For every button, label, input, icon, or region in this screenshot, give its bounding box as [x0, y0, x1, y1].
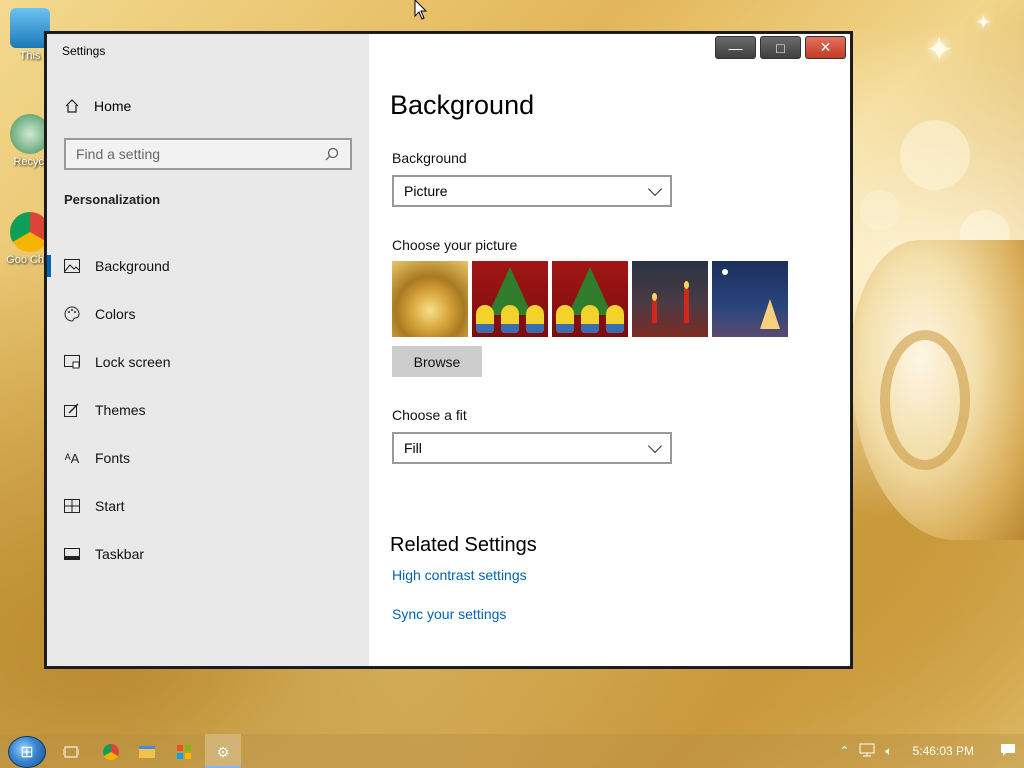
sidebar-item-label: Taskbar [95, 546, 145, 562]
sidebar-item-label: Start [95, 498, 125, 514]
brush-icon [64, 402, 80, 418]
sidebar-item-label: Colors [95, 306, 136, 322]
sidebar-item-themes[interactable]: Themes [47, 386, 369, 434]
chevron-down-icon [647, 438, 663, 453]
picture-thumbnail-minions-2[interactable] [552, 261, 628, 337]
action-center-icon[interactable] [1000, 743, 1016, 760]
font-icon: ᴬA [64, 450, 80, 466]
system-tray: ⌃ 🔈︎ 5:46:03 PM [839, 734, 1016, 768]
sidebar-item-label: Fonts [95, 450, 131, 466]
chevron-up-icon[interactable]: ⌃ [839, 744, 849, 758]
recycle-bin-icon [10, 114, 50, 154]
sidebar-item-colors[interactable]: Colors [47, 290, 369, 338]
desktop-icon-label: This [19, 50, 41, 62]
picture-thumbnail-candles[interactable] [632, 261, 708, 337]
flame-shape [652, 293, 657, 301]
minion-shape [501, 305, 519, 333]
volume-icon[interactable]: 🔈︎ [885, 744, 892, 759]
sidebar-item-taskbar[interactable]: Taskbar [47, 530, 369, 578]
settings-window: Settings Home Personalization Background [46, 33, 851, 667]
home-label: Home [94, 98, 132, 114]
minion-shape [606, 305, 624, 333]
picture-thumbnail-gold-ornaments[interactable] [392, 261, 468, 337]
clock[interactable]: 5:46:03 PM [913, 744, 974, 758]
home-icon [64, 98, 80, 114]
picture-icon [64, 258, 80, 274]
search-icon[interactable] [324, 146, 340, 162]
picture-thumbnail-minions-1[interactable] [472, 261, 548, 337]
chrome-taskbar-icon[interactable] [102, 743, 120, 761]
sidebar-item-label: Lock screen [95, 354, 171, 370]
search-input[interactable] [76, 146, 316, 162]
file-explorer-icon[interactable] [138, 743, 156, 761]
sidebar-item-label: Themes [95, 402, 146, 418]
bokeh-light [860, 190, 900, 230]
monitor-icon [10, 8, 50, 48]
sidebar-item-label: Background [95, 258, 170, 274]
high-contrast-settings-link[interactable]: High contrast settings [392, 567, 527, 583]
main-content: Background Background Picture Choose you… [390, 34, 850, 666]
settings-taskbar-button[interactable]: ⚙ [205, 734, 241, 768]
windows-logo-icon: ⊞ [20, 744, 34, 761]
sparkle-icon: ✦ [975, 12, 992, 34]
chrome-icon [103, 744, 119, 760]
glowing-tree-shape [760, 299, 780, 329]
sidebar-item-lock-screen[interactable]: Lock screen [47, 338, 369, 386]
start-button[interactable]: ⊞ [8, 736, 46, 768]
fit-dropdown-value: Fill [404, 440, 422, 456]
sidebar-item-start[interactable]: Start [47, 482, 369, 530]
sidebar-item-background[interactable]: Background [47, 242, 369, 290]
fit-dropdown[interactable]: Fill [392, 432, 672, 464]
minion-shape [581, 305, 599, 333]
store-icon[interactable] [175, 743, 193, 761]
candle-shape [652, 301, 657, 323]
background-dropdown[interactable]: Picture [392, 175, 672, 207]
candle-shape [684, 289, 689, 323]
window-title: Settings [62, 44, 106, 58]
desktop-icon-label: Recycl [13, 156, 47, 168]
page-title: Background [390, 90, 535, 120]
sparkle-icon: ✦ [925, 31, 954, 69]
section-title: Personalization [64, 192, 161, 207]
palette-icon [64, 306, 80, 322]
bokeh-light [900, 120, 970, 190]
picture-thumbnail-snowy-night[interactable] [712, 261, 788, 337]
background-label: Background [392, 150, 467, 166]
minion-shape [556, 305, 574, 333]
search-box[interactable] [64, 138, 352, 170]
sidebar-nav: Background Colors Lock screen Themes ᴬA … [47, 242, 369, 578]
monitor-lock-icon [64, 354, 80, 370]
mouse-cursor-icon [414, 0, 428, 20]
picture-thumbnails [392, 261, 788, 337]
gear-icon: ⚙ [216, 743, 230, 760]
sidebar: Settings Home Personalization Background [47, 34, 369, 666]
minion-shape [526, 305, 544, 333]
background-dropdown-value: Picture [404, 183, 448, 199]
moon-shape [722, 269, 728, 275]
sidebar-item-fonts[interactable]: ᴬA Fonts [47, 434, 369, 482]
related-settings-title: Related Settings [390, 534, 537, 556]
home-nav[interactable]: Home [64, 98, 131, 114]
folder-icon [139, 746, 155, 758]
task-view-icon[interactable] [62, 743, 80, 761]
chrome-icon [10, 212, 50, 252]
browse-button[interactable]: Browse [392, 346, 482, 377]
start-grid-icon [64, 498, 80, 514]
minion-shape [476, 305, 494, 333]
network-icon[interactable] [859, 743, 875, 760]
chevron-down-icon [647, 181, 663, 196]
flame-shape [684, 281, 689, 289]
ribbon-swirl-decoration [880, 330, 970, 470]
sync-settings-link[interactable]: Sync your settings [392, 606, 506, 622]
taskbar: ⊞ ⚙ ⌃ 🔈︎ 5:46:03 PM [0, 734, 1024, 768]
taskbar-icon [64, 546, 80, 562]
choose-picture-label: Choose your picture [392, 237, 518, 253]
fit-label: Choose a fit [392, 407, 467, 423]
